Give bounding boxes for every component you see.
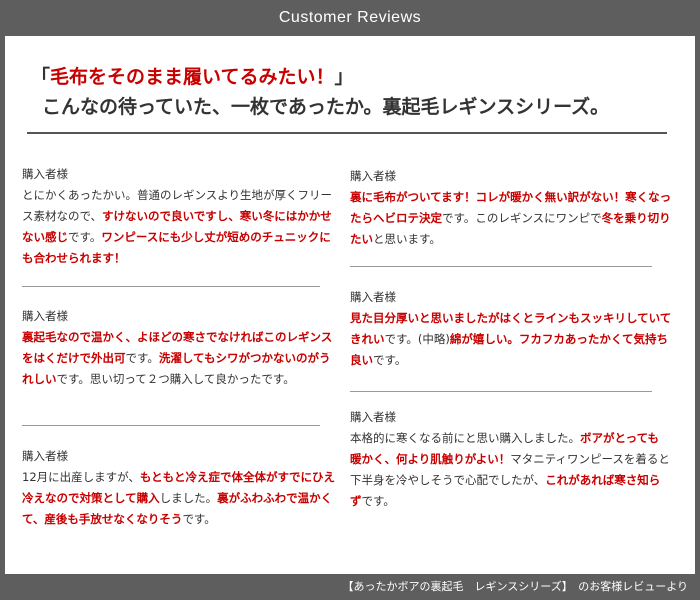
review-phrase: です。 bbox=[373, 353, 407, 367]
headline-subtitle: こんなの待っていた、一枚であったか。裏起毛レギンスシリーズ。 bbox=[42, 96, 610, 118]
footer-caption: 【あったかボアの裏起毛 レギンスシリーズ】 のお客様レビューより bbox=[342, 580, 688, 593]
section-title: Customer Reviews bbox=[278, 9, 422, 26]
review-phrase: です。 bbox=[125, 351, 159, 365]
reviews-panel: 「毛布をそのまま履いてるみたい！」 こんなの待っていた、一枚であったか。裏起毛レ… bbox=[5, 36, 695, 574]
review-phrase: です。(中略) bbox=[384, 332, 450, 346]
page-frame: Customer Reviews 「毛布をそのまま履いてるみたい！」 こんなの待… bbox=[0, 0, 700, 600]
review-phrase: しました。 bbox=[159, 491, 218, 505]
headline-quote-text: 毛布をそのまま履いてるみたい！ bbox=[50, 66, 335, 88]
review-text: 本格的に寒くなる前にと思い購入しました。ボアがとっても暖かく、何より肌触りがよい… bbox=[350, 431, 670, 508]
reviewer-label: 購入者様 bbox=[22, 449, 68, 463]
reviewer-label: 購入者様 bbox=[22, 167, 68, 181]
review-right-3: 購入者様 本格的に寒くなる前にと思い購入しました。ボアがとっても暖かく、何より肌… bbox=[350, 407, 670, 512]
review-text: 裏に毛布がついてます！コレが暖かく無い訳がない！寒くなったらヘビロテ決定です。こ… bbox=[350, 190, 671, 246]
review-right-2: 購入者様 見た目分厚いと思いましたがはくとラインもスッキリしていてきれいです。(… bbox=[350, 287, 672, 371]
review-phrase: です。このレギンスにワンピで bbox=[442, 211, 602, 225]
review-left-2: 購入者様 裏起毛なので温かく、よほどの寒さでなければこのレギンスをはくだけで外出… bbox=[22, 306, 338, 390]
headline-divider bbox=[27, 132, 667, 134]
review-phrase: 本格的に寒くなる前にと思い購入しました。 bbox=[350, 431, 580, 445]
review-phrase: です。 bbox=[182, 512, 216, 526]
review-divider bbox=[350, 391, 652, 392]
review-left-1: 購入者様 とにかくあったかい。普通のレギンスより生地が厚くフリース素材なので、す… bbox=[22, 164, 342, 269]
reviewer-label: 購入者様 bbox=[22, 309, 68, 323]
review-left-3: 購入者様 12月に出産しますが、もともと冷え症で体全体がすでにひえ冷えなので対策… bbox=[22, 446, 338, 530]
review-divider bbox=[350, 266, 652, 267]
review-phrase: です。 bbox=[68, 230, 102, 244]
review-phrase: です。 bbox=[361, 494, 395, 508]
review-phrase: と思います。 bbox=[373, 232, 441, 246]
review-phrase: です。思い切って２つ購入して良かったです。 bbox=[56, 372, 295, 386]
reviewer-label: 購入者様 bbox=[350, 290, 396, 304]
review-text: 12月に出産しますが、もともと冷え症で体全体がすでにひえ冷えなので対策として購入… bbox=[22, 470, 335, 526]
review-divider bbox=[22, 286, 320, 287]
review-right-1: 購入者様 裏に毛布がついてます！コレが暖かく無い訳がない！寒くなったらヘビロテ決… bbox=[350, 166, 672, 250]
reviewer-label: 購入者様 bbox=[350, 169, 396, 183]
review-text: とにかくあったかい。普通のレギンスより生地が厚くフリース素材なので、すけないので… bbox=[22, 188, 332, 265]
review-phrase: 12月に出産しますが、 bbox=[22, 470, 140, 484]
review-text: 裏起毛なので温かく、よほどの寒さでなければこのレギンスをはくだけで外出可です。洗… bbox=[22, 330, 332, 386]
headline-quote: 「毛布をそのまま履いてるみたい！」 bbox=[31, 62, 353, 89]
review-text: 見た目分厚いと思いましたがはくとラインもスッキリしていてきれいです。(中略)綿が… bbox=[350, 311, 671, 367]
open-bracket: 「 bbox=[31, 66, 51, 88]
review-divider bbox=[22, 425, 320, 426]
reviewer-label: 購入者様 bbox=[350, 410, 396, 424]
close-bracket: 」 bbox=[334, 66, 354, 88]
